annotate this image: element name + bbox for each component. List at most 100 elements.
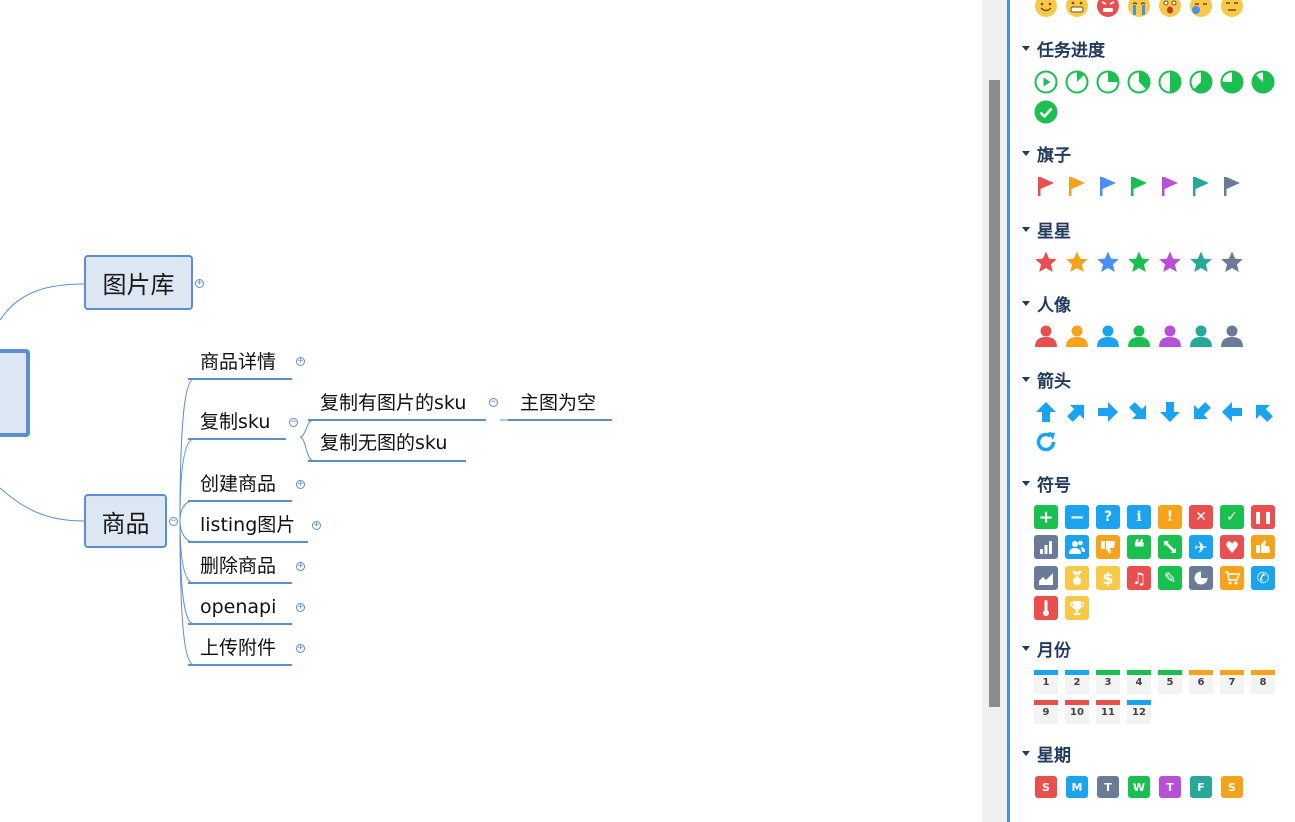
person-red-icon[interactable] — [1034, 324, 1058, 348]
weekday-thursday-icon[interactable]: T — [1159, 776, 1181, 798]
expand-icon[interactable] — [1158, 535, 1182, 559]
month-7-icon[interactable]: 7 — [1220, 670, 1244, 694]
arrow-up-left-icon[interactable] — [1251, 400, 1275, 424]
month-5-icon[interactable]: 5 — [1158, 670, 1182, 694]
star-blue-icon[interactable] — [1096, 250, 1120, 274]
sleepy-icon[interactable] — [1189, 0, 1213, 18]
subtopic-copy-sku[interactable]: 复制sku — [200, 411, 270, 433]
month-11-icon[interactable]: 11 — [1096, 700, 1120, 724]
question-icon[interactable]: ? — [1096, 505, 1120, 529]
expand-openapi-icon[interactable]: + — [296, 603, 305, 612]
month-1-icon[interactable]: 1 — [1034, 670, 1058, 694]
progress-3-8-icon[interactable] — [1127, 70, 1151, 94]
section-avatars-header[interactable]: 人像 — [1022, 291, 1071, 316]
progress-6-8-icon[interactable] — [1220, 70, 1244, 94]
music-icon[interactable]: ♫ — [1127, 566, 1151, 590]
close-icon[interactable]: ✕ — [1189, 505, 1213, 529]
medal-icon[interactable] — [1065, 566, 1089, 590]
flag-teal-icon[interactable] — [1189, 174, 1213, 198]
expand-delete-product-icon[interactable]: + — [296, 562, 305, 571]
subtopic-delete-product[interactable]: 删除商品 — [200, 555, 276, 577]
pie-chart-icon[interactable] — [1189, 566, 1213, 590]
section-flags-header[interactable]: 旗子 — [1022, 141, 1071, 166]
progress-start-icon[interactable] — [1034, 70, 1058, 94]
progress-1-8-icon[interactable] — [1065, 70, 1089, 94]
mindmap-canvas[interactable]: 图片库 + 商品 − 商品详情 + 复制sku − 创建商品 + listing… — [0, 0, 982, 822]
person-blue-icon[interactable] — [1096, 324, 1120, 348]
month-12-icon[interactable]: 12 — [1127, 700, 1151, 724]
person-purple-icon[interactable] — [1158, 324, 1182, 348]
subtopic-upload-attachment[interactable]: 上传附件 — [200, 637, 276, 659]
central-topic[interactable] — [0, 349, 30, 437]
minus-icon[interactable]: − — [1065, 505, 1089, 529]
flag-blue-icon[interactable] — [1096, 174, 1120, 198]
section-arrows-header[interactable]: 箭头 — [1022, 367, 1071, 392]
star-teal-icon[interactable] — [1189, 250, 1213, 274]
topic-gallery[interactable]: 图片库 — [84, 255, 193, 310]
weekday-saturday-icon[interactable]: S — [1221, 776, 1243, 798]
airplane-icon[interactable]: ✈ — [1189, 535, 1213, 559]
collapse-goods-icon[interactable]: − — [169, 517, 178, 526]
progress-7-8-icon[interactable] — [1251, 70, 1275, 94]
month-9-icon[interactable]: 9 — [1034, 700, 1058, 724]
cart-icon[interactable] — [1220, 566, 1244, 590]
star-green-icon[interactable] — [1127, 250, 1151, 274]
star-orange-icon[interactable] — [1065, 250, 1089, 274]
thumbs-down-icon[interactable] — [1096, 535, 1120, 559]
subtopic-product-detail[interactable]: 商品详情 — [200, 351, 276, 373]
pencil-icon[interactable]: ✎ — [1158, 566, 1182, 590]
collapse-copy-sku-icon[interactable]: − — [289, 418, 298, 427]
subtopic-listing-image[interactable]: listing图片 — [200, 514, 295, 536]
section-weekdays-header[interactable]: 星期 — [1022, 741, 1071, 766]
weekday-sunday-icon[interactable]: S — [1035, 776, 1057, 798]
person-green-icon[interactable] — [1127, 324, 1151, 348]
flag-red-icon[interactable] — [1034, 174, 1058, 198]
arrow-up-icon[interactable] — [1034, 400, 1058, 424]
trophy-icon[interactable] — [1065, 596, 1089, 620]
expand-upload-attachment-icon[interactable]: + — [296, 644, 305, 653]
canvas-scrollbar-thumb[interactable] — [989, 80, 1000, 707]
section-stars-header[interactable]: 星星 — [1022, 217, 1071, 242]
flag-green-icon[interactable] — [1127, 174, 1151, 198]
star-purple-icon[interactable] — [1158, 250, 1182, 274]
surprised-icon[interactable] — [1158, 0, 1182, 18]
neutral-icon[interactable] — [1220, 0, 1244, 18]
crying-icon[interactable] — [1127, 0, 1151, 18]
arrow-down-left-icon[interactable] — [1189, 400, 1213, 424]
area-chart-icon[interactable] — [1034, 566, 1058, 590]
plus-icon[interactable]: + — [1034, 505, 1058, 529]
thermometer-icon[interactable] — [1034, 596, 1058, 620]
phone-icon[interactable]: ✆ — [1251, 566, 1275, 590]
expand-create-product-icon[interactable]: + — [296, 480, 305, 489]
weekday-tuesday-icon[interactable]: T — [1097, 776, 1119, 798]
person-orange-icon[interactable] — [1065, 324, 1089, 348]
weekday-wednesday-icon[interactable]: W — [1128, 776, 1150, 798]
check-icon[interactable]: ✓ — [1220, 505, 1244, 529]
quote-icon[interactable]: ❝ — [1127, 535, 1151, 559]
grin-icon[interactable] — [1065, 0, 1089, 18]
arrow-up-right-icon[interactable] — [1065, 400, 1089, 424]
arrow-right-icon[interactable] — [1096, 400, 1120, 424]
refresh-icon[interactable] — [1034, 430, 1058, 454]
topic-goods[interactable]: 商品 — [84, 494, 167, 548]
heart-icon[interactable]: ♥ — [1220, 535, 1244, 559]
month-2-icon[interactable]: 2 — [1065, 670, 1089, 694]
angry-icon[interactable] — [1096, 0, 1120, 18]
month-4-icon[interactable]: 4 — [1127, 670, 1151, 694]
dollar-icon[interactable]: $ — [1096, 566, 1120, 590]
section-progress-header[interactable]: 任务进度 — [1022, 36, 1105, 61]
person-gray-icon[interactable] — [1220, 324, 1244, 348]
progress-2-8-icon[interactable] — [1096, 70, 1120, 94]
info-icon[interactable]: i — [1127, 505, 1151, 529]
subtopic-copy-sku-with-image[interactable]: 复制有图片的sku — [320, 392, 466, 414]
section-months-header[interactable]: 月份 — [1022, 636, 1071, 661]
subtopic-copy-sku-without-image[interactable]: 复制无图的sku — [320, 432, 447, 454]
progress-5-8-icon[interactable] — [1189, 70, 1213, 94]
person-teal-icon[interactable] — [1189, 324, 1213, 348]
month-10-icon[interactable]: 10 — [1065, 700, 1089, 724]
subtopic-main-image-empty[interactable]: 主图为空 — [520, 392, 596, 414]
subtopic-create-product[interactable]: 创建商品 — [200, 473, 276, 495]
star-gray-icon[interactable] — [1220, 250, 1244, 274]
weekday-monday-icon[interactable]: M — [1066, 776, 1088, 798]
collapse-copy-sku-with-image-icon[interactable]: − — [489, 398, 498, 407]
